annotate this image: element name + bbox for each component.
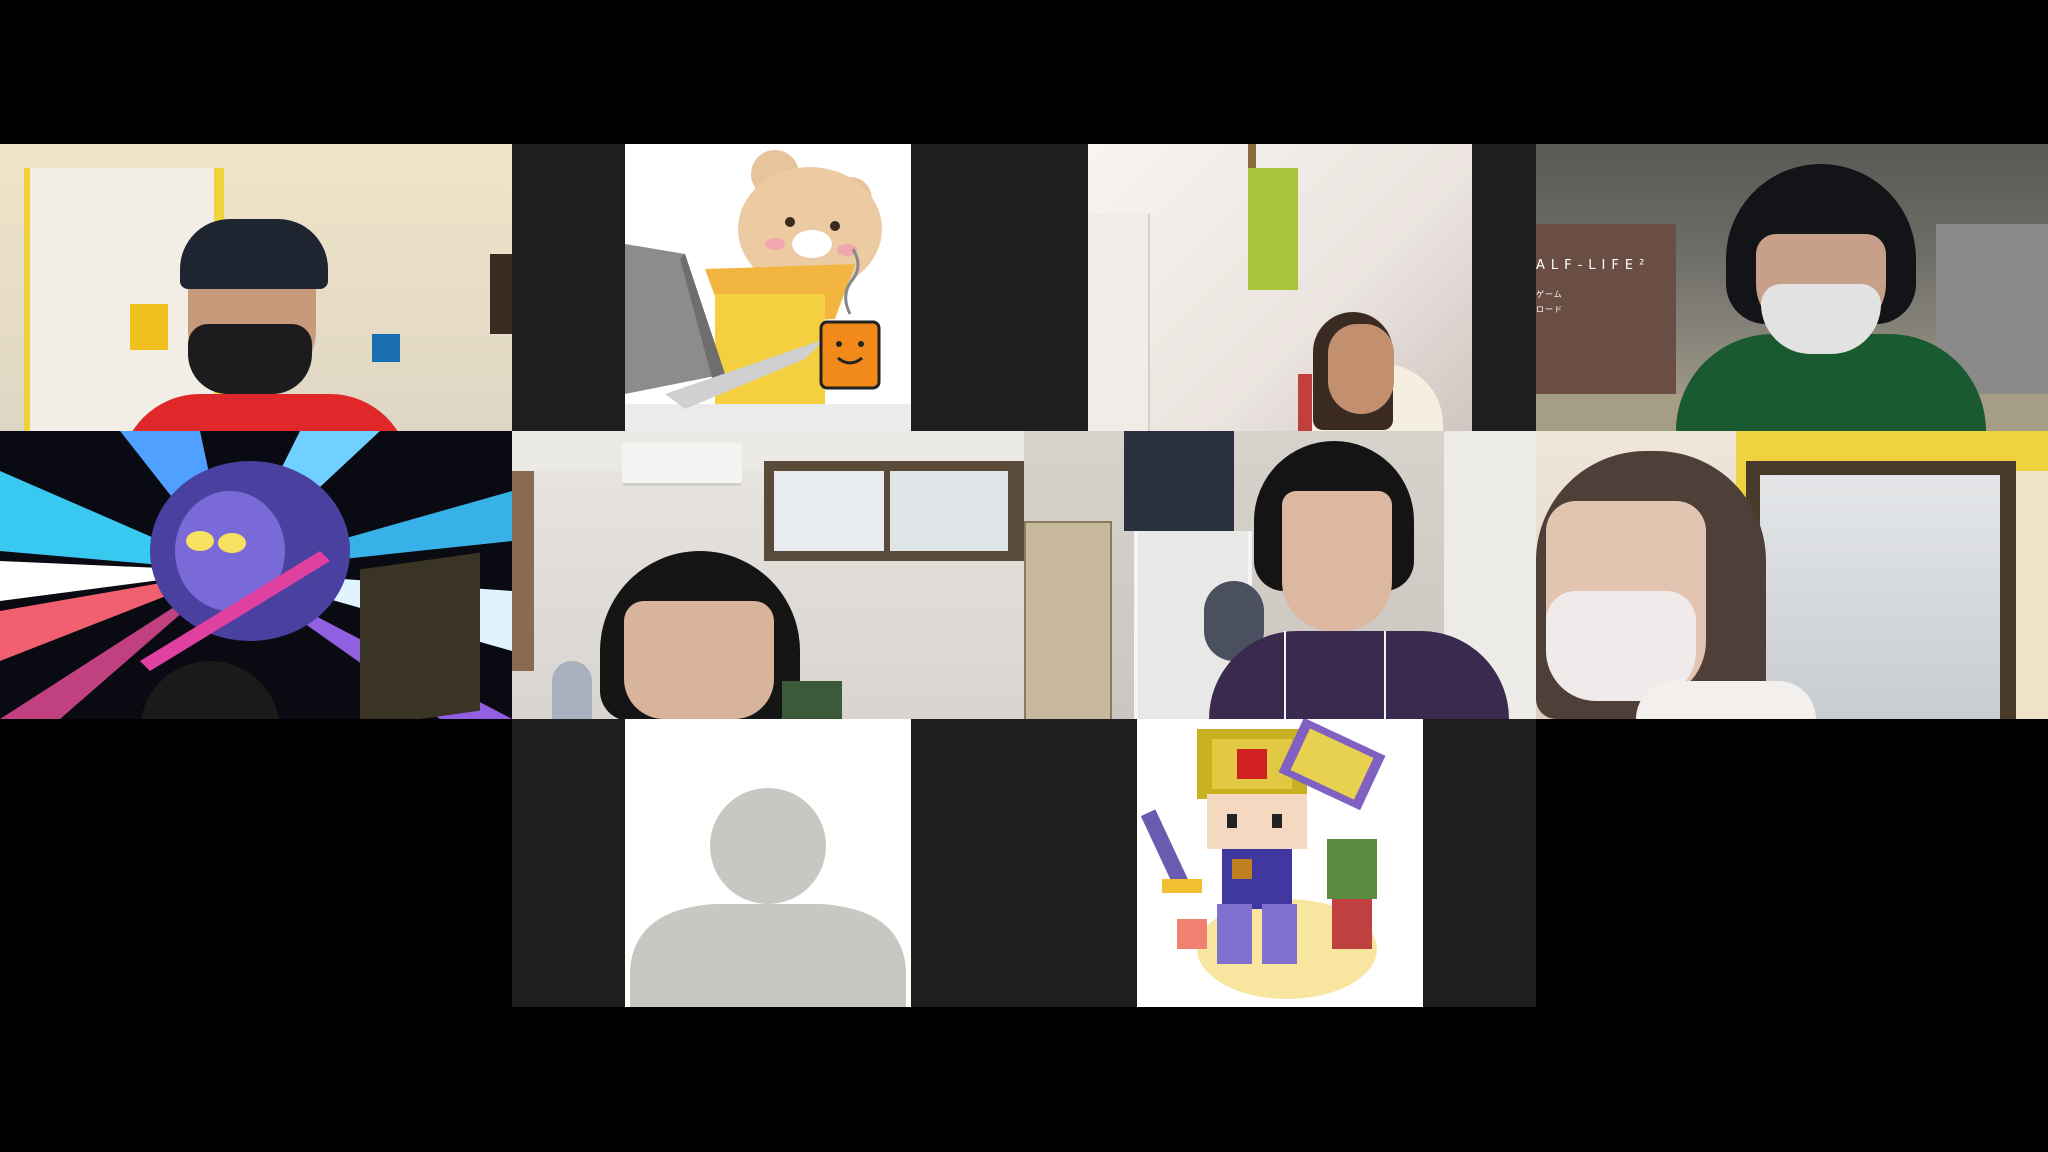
face (624, 601, 774, 719)
poster (130, 304, 168, 350)
video-tile-p4[interactable]: ALF-LIFE² ゲーム ロード (1536, 144, 2048, 431)
wall-panel (1088, 214, 1150, 431)
video-tile-p3[interactable] (1024, 144, 1536, 431)
default-person-icon (625, 719, 911, 1007)
hanger (1248, 144, 1256, 168)
hanging-clothes (1124, 431, 1234, 531)
profile-picture (1137, 719, 1423, 1007)
face (1282, 491, 1392, 631)
air-conditioner (622, 443, 742, 486)
window-pane (890, 471, 1008, 551)
video-tile-p6[interactable] (512, 431, 1024, 719)
face-mask (188, 324, 312, 394)
face (1328, 324, 1394, 414)
video-tile-p2[interactable] (512, 144, 1024, 431)
humidifier (552, 661, 592, 719)
camera-feed (1088, 144, 1472, 431)
game-subtitle: ロード (1536, 305, 1563, 314)
sweater (1209, 631, 1509, 719)
object-in-front (360, 552, 480, 719)
video-tile-p1[interactable] (0, 144, 512, 431)
video-tile-p7[interactable] (1024, 431, 1536, 719)
bear-with-laptop-icon (625, 144, 911, 431)
video-tile-p10[interactable] (1024, 719, 1536, 1007)
window-pane (774, 471, 884, 551)
profile-picture (625, 144, 911, 431)
object (782, 681, 842, 719)
chair (1298, 374, 1312, 431)
video-tile-p8[interactable] (1536, 431, 2048, 719)
shirt (1636, 681, 1816, 719)
pixel-hero-icon (1137, 719, 1423, 1007)
picture-frame (490, 254, 512, 334)
cap (180, 219, 328, 289)
earphone-cable (1384, 631, 1386, 719)
game-subtitle: ゲーム (1536, 290, 1563, 299)
game-title: ALF-LIFE² (1536, 258, 1651, 273)
frosted-glass (1760, 475, 2000, 719)
profile-picture (625, 719, 911, 1007)
wall-edge (2016, 471, 2048, 719)
earphone-cable (1284, 631, 1286, 719)
video-tile-p9[interactable] (512, 719, 1024, 1007)
video-tile-p5[interactable] (0, 431, 512, 719)
poster (372, 334, 400, 362)
cabinet (1024, 521, 1112, 719)
green-note (1248, 168, 1298, 290)
door-edge (512, 471, 534, 671)
